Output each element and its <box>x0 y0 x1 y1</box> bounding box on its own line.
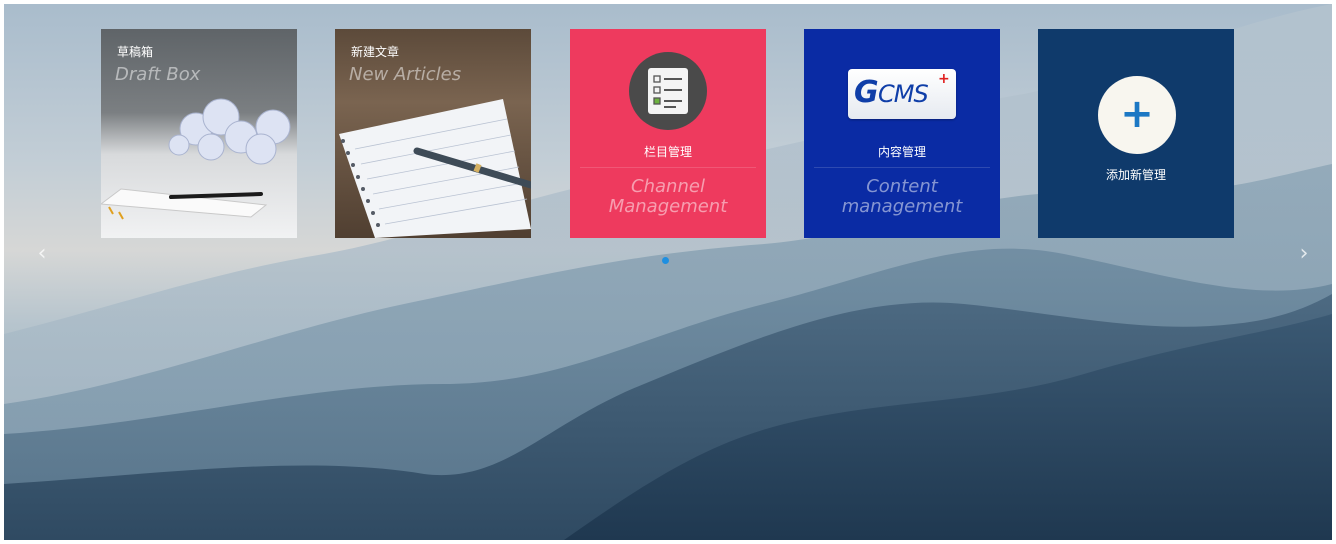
tile-title-en: New Articles <box>349 64 462 85</box>
tile-draft-box[interactable]: 草稿箱 Draft Box <box>101 29 297 238</box>
gcms-logo-sup: + <box>938 71 950 87</box>
tile-title-cn: 草稿箱 <box>117 45 154 59</box>
tile-title-en: Channel Management <box>608 176 728 217</box>
tile-title-en: Draft Box <box>115 64 201 85</box>
notebook-and-pen-image <box>339 99 531 238</box>
tile-title-cn: 新建文章 <box>351 45 400 59</box>
plus-icon: + <box>1120 91 1154 137</box>
carousel-next-button[interactable]: › <box>1294 242 1314 266</box>
gcms-logo: G CMS + <box>848 69 956 119</box>
carousel-prev-button[interactable]: ‹ <box>32 242 52 266</box>
gcms-logo-mark: G <box>854 75 879 110</box>
chevron-left-icon: ‹ <box>37 241 47 266</box>
add-circle: + <box>1098 76 1176 154</box>
chevron-right-icon: › <box>1299 241 1309 266</box>
desktop-background: 草稿箱 Draft Box 新建文章 New Articles 栏目管理 Cha… <box>4 4 1332 540</box>
tile-add-new-management[interactable]: + 添加新管理 <box>1038 29 1234 238</box>
checklist-icon <box>629 52 707 130</box>
tile-channel-management[interactable]: 栏目管理 Channel Management <box>570 29 766 238</box>
tile-divider <box>580 167 756 168</box>
carousel-page-indicator[interactable] <box>662 257 669 264</box>
tile-title-cn: 栏目管理 <box>643 145 692 159</box>
tile-divider <box>814 167 990 168</box>
tile-content-management[interactable]: G CMS + 内容管理 Content management <box>804 29 1000 238</box>
tile-title-cn: 内容管理 <box>877 145 926 159</box>
crumpled-paper-image <box>101 98 291 220</box>
gcms-logo-text: CMS <box>878 80 929 108</box>
tile-new-articles[interactable]: 新建文章 New Articles <box>335 29 531 238</box>
tile-title-cn: 添加新管理 <box>1105 168 1166 182</box>
tile-title-en: Content management <box>841 176 963 217</box>
